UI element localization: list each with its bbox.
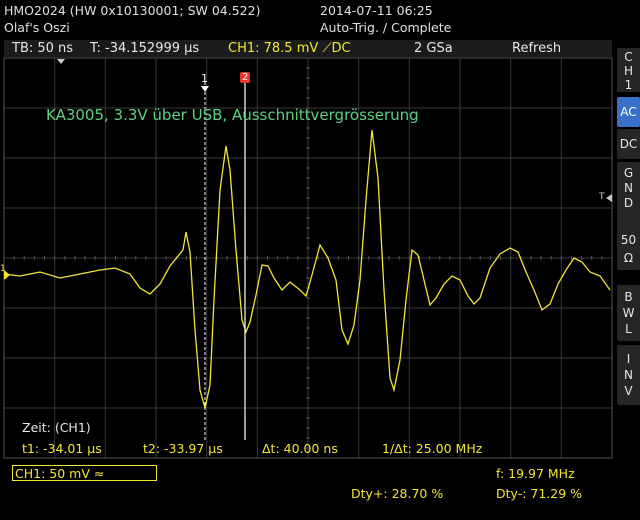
trigger-level-label: T — [599, 192, 605, 202]
coupling-dc-button[interactable]: DC — [617, 129, 640, 159]
measure-t1: t1: -34.01 µs — [22, 441, 102, 456]
cursor-1-marker[interactable] — [201, 86, 209, 92]
cursor-1-label: 1 — [201, 72, 208, 85]
measure-inv-dt: 1/Δt: 25.00 MHz — [382, 441, 483, 456]
trigger-position-marker[interactable] — [57, 59, 65, 64]
annotation-text: KA3005, 3.3V über USB, Ausschnittvergrös… — [46, 106, 419, 124]
ch1-offset-label: 1 — [0, 264, 6, 274]
ch1-scale-box[interactable]: CH1: 50 mV ≈ — [12, 465, 157, 481]
trigger-level-marker[interactable] — [606, 194, 612, 202]
measure-t2: t2: -33.97 µs — [143, 441, 223, 456]
duty-negative: Dty-: 71.29 % — [496, 486, 583, 501]
impedance-50-button[interactable]: 50 Ω — [617, 228, 640, 270]
bandwidth-limit-button[interactable]: BWL — [617, 285, 640, 341]
measure-dt: Δt: 40.00 ns — [262, 441, 338, 456]
ch1-trace — [3, 129, 611, 409]
freq-readout: f: 19.97 MHz — [496, 466, 575, 481]
invert-button[interactable]: INV — [617, 345, 640, 405]
coupling-ac-button[interactable]: AC — [617, 97, 640, 127]
cursor-2-label: 2 — [242, 72, 249, 83]
measure-title: Zeit: (CH1) — [22, 420, 91, 435]
channel-menu-title: CH1 — [617, 48, 640, 92]
duty-positive: Dty+: 28.70 % — [351, 486, 444, 501]
